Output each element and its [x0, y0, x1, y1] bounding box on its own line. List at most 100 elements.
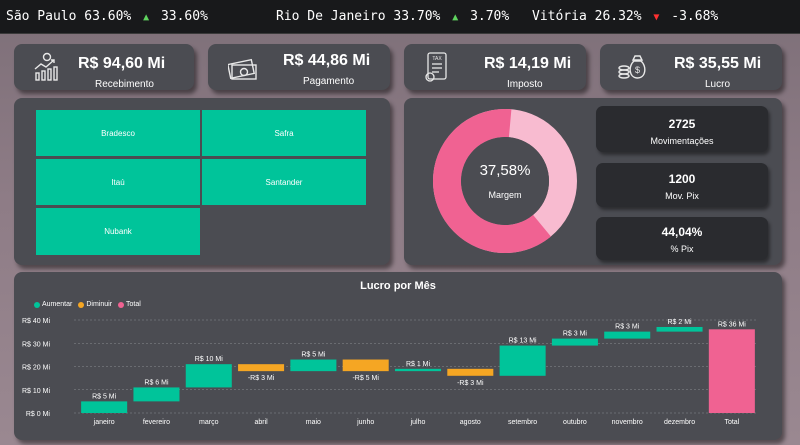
data-label: -R$ 3 Mi — [248, 375, 275, 382]
kpi-label: Pagamento — [303, 76, 355, 87]
kpi-card-lucro: $ R$ 35,55 Mi Lucro — [600, 44, 782, 90]
waterfall-bar — [81, 401, 128, 413]
ticker-change: -3.68% — [671, 9, 719, 24]
margin-label: Margem — [488, 190, 522, 200]
kpi-card-imposto: TAX R$ 14,19 Mi Imposto — [404, 44, 586, 90]
y-tick-label: R$ 20 Mi — [22, 365, 50, 372]
stat-value: 44,04% — [661, 225, 703, 239]
bank-treemap-card: Bradesco Safra Itaú Santander Nubank — [14, 98, 390, 265]
svg-text:$: $ — [635, 65, 640, 75]
ticker-item: Rio De Janeiro 33.70% ▲ 3.70% — [276, 0, 510, 33]
arrow-up-icon: ▲ — [452, 12, 459, 23]
kpi-value: R$ 35,55 Mi — [674, 55, 762, 72]
stat-label: % Pix — [670, 244, 694, 254]
profit-chart-card: Lucro por Mês Aumentar Diminuir Total R$… — [14, 272, 782, 440]
x-tick-label: dezembro — [664, 419, 695, 426]
x-tick-label: Total — [724, 419, 739, 426]
x-tick-label: setembro — [508, 419, 537, 426]
ticker-change: 33.60% — [160, 9, 208, 24]
data-label: R$ 3 Mi — [615, 324, 640, 331]
data-label: R$ 2 Mi — [667, 319, 692, 326]
stat-card-pct-pix: 44,04% % Pix — [596, 217, 768, 260]
stat-card-movimentacoes: 2725 Movimentações — [596, 106, 768, 152]
treemap-tile-nubank[interactable]: Nubank — [36, 208, 200, 255]
x-tick-label: novembro — [612, 419, 643, 426]
ticker-value: 26.32% — [594, 9, 642, 24]
data-label: -R$ 3 Mi — [457, 380, 484, 387]
waterfall-bar — [708, 329, 755, 413]
stat-label: Mov. Pix — [665, 191, 699, 201]
treemap-tile-bradesco[interactable]: Bradesco — [36, 110, 200, 156]
data-label: R$ 3 Mi — [563, 331, 588, 338]
x-tick-label: junho — [356, 419, 374, 426]
ticker-value: 63.60% — [84, 9, 132, 24]
donut-center — [461, 137, 549, 225]
waterfall-bar — [185, 364, 232, 388]
waterfall-bar — [447, 368, 494, 376]
ticker-city: Rio De Janeiro — [276, 9, 386, 24]
y-tick-label: R$ 40 Mi — [22, 318, 50, 325]
ticker-city: Vitória — [532, 9, 587, 24]
kpi-value: R$ 44,86 Mi — [283, 52, 371, 69]
waterfall-bar — [604, 331, 651, 339]
waterfall-chart: R$ 0 Mi R$ 10 Mi R$ 20 Mi R$ 30 Mi R$ 40 Mi R… — [22, 318, 758, 426]
ticker-bar: São Paulo 63.60% ▲ 33.60% Rio De Janeiro… — [0, 0, 800, 34]
y-tick-label: R$ 0 Mi — [26, 411, 51, 418]
waterfall-bar — [656, 326, 703, 332]
kpi-card-recebimento: R$ 94,60 Mi Recebimento — [14, 44, 194, 90]
stat-card-mov-pix: 1200 Mov. Pix — [596, 163, 768, 207]
y-tick-label: R$ 30 Mi — [22, 341, 50, 348]
y-tick-label: R$ 10 Mi — [22, 388, 50, 395]
margin-value: 37,58% — [479, 162, 531, 179]
waterfall-bar — [551, 338, 598, 346]
kpi-label: Recebimento — [95, 79, 154, 90]
x-tick-label: julho — [410, 419, 426, 426]
treemap-tile-itau[interactable]: Itaú — [36, 159, 200, 205]
cash-icon — [228, 58, 257, 80]
waterfall-bar — [238, 364, 285, 372]
ticker-item: São Paulo 63.60% ▲ 33.60% — [6, 0, 208, 33]
growth-chart-icon — [34, 52, 58, 81]
data-label: R$ 5 Mi — [92, 393, 117, 400]
stat-label: Movimentações — [650, 136, 714, 146]
arrow-up-icon: ▲ — [143, 12, 150, 23]
waterfall-bar — [499, 345, 546, 376]
svg-text:TAX: TAX — [432, 56, 442, 62]
treemap-tile-safra[interactable]: Safra — [202, 110, 366, 156]
treemap-tile-santander[interactable]: Santander — [202, 159, 366, 205]
data-label: R$ 5 Mi — [301, 352, 326, 359]
waterfall-bar — [394, 368, 442, 372]
x-tick-label: janeiro — [93, 419, 115, 426]
kpi-label: Lucro — [705, 79, 731, 90]
kpi-label: Imposto — [507, 79, 543, 90]
data-label: R$ 13 Mi — [509, 338, 537, 345]
data-label: -R$ 5 Mi — [352, 375, 379, 382]
x-tick-label: março — [199, 419, 219, 426]
kpi-value: R$ 14,19 Mi — [484, 55, 572, 72]
tax-document-icon: TAX — [425, 52, 447, 82]
x-tick-label: abril — [254, 419, 268, 426]
x-tick-label: outubro — [563, 419, 587, 426]
data-label: R$ 6 Mi — [144, 379, 169, 386]
arrow-down-icon: ▼ — [653, 12, 660, 23]
margin-card: 37,58% Margem 2725 Movimentações 1200 Mo… — [404, 98, 782, 265]
ticker-value: 33.70% — [393, 9, 441, 24]
waterfall-bar — [133, 387, 180, 402]
ticker-change: 3.70% — [470, 9, 510, 24]
x-tick-label: maio — [306, 419, 321, 426]
margin-donut-chart — [433, 109, 577, 253]
x-tick-label: agosto — [460, 419, 481, 426]
data-label: R$ 1 Mi — [406, 361, 431, 368]
kpi-value: R$ 94,60 Mi — [78, 55, 166, 72]
ticker-city: São Paulo — [6, 9, 77, 24]
stat-value: 2725 — [668, 117, 696, 131]
data-label: R$ 36 Mi — [718, 321, 746, 328]
stat-value: 1200 — [668, 172, 696, 186]
waterfall-bar — [290, 359, 337, 372]
money-bag-icon: $ — [618, 55, 646, 79]
kpi-card-pagamento: R$ 44,86 Mi Pagamento — [208, 44, 390, 90]
waterfall-bar — [342, 359, 389, 372]
x-tick-label: fevereiro — [143, 419, 170, 426]
data-label: R$ 10 Mi — [195, 356, 223, 363]
ticker-item: Vitória 26.32% ▼ -3.68% — [532, 0, 719, 33]
